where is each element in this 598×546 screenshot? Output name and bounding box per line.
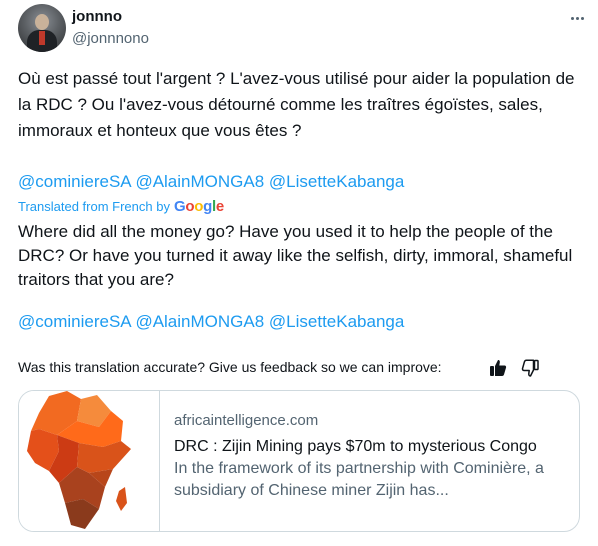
link-card-domain: africaintelligence.com: [174, 412, 319, 429]
mentions-original: @cominiereSA @AlainMONGA8 @LisetteKabang…: [18, 170, 578, 194]
link-card-body: africaintelligence.com DRC : Zijin Minin…: [174, 411, 569, 502]
mention-cominiere-translated[interactable]: @cominiereSA: [18, 312, 131, 331]
mentions-translation: @cominiereSA @AlainMONGA8 @LisetteKabang…: [18, 310, 578, 334]
google-logo: Google: [173, 198, 224, 215]
link-card-description: In the framework of its partnership with…: [174, 460, 544, 499]
thumbs-down-icon[interactable]: [520, 358, 540, 378]
translation-attribution: Translated from French by Google: [18, 198, 224, 215]
tweet-original-text: Où est passé tout l'argent ? L'avez-vous…: [18, 69, 575, 140]
more-icon[interactable]: [566, 8, 588, 28]
link-preview-card[interactable]: africaintelligence.com DRC : Zijin Minin…: [18, 390, 580, 532]
translated-from-label[interactable]: Translated from French by: [18, 199, 170, 214]
author-handle[interactable]: @jonnnono: [72, 30, 149, 47]
africa-map-thumbnail: [19, 391, 160, 531]
thumbs-up-icon[interactable]: [488, 358, 508, 378]
mention-alainmonga[interactable]: @AlainMONGA8: [135, 172, 264, 191]
avatar-head: [35, 14, 49, 30]
mention-cominiere[interactable]: @cominiereSA: [18, 172, 131, 191]
avatar[interactable]: [18, 4, 66, 52]
link-card-title[interactable]: DRC : Zijin Mining pays $70m to mysterio…: [174, 436, 569, 458]
avatar-tie: [39, 31, 45, 45]
translation-feedback: Was this translation accurate? Give us f…: [18, 356, 543, 378]
mention-lisettekabanga[interactable]: @LisetteKabanga: [269, 172, 404, 191]
mention-lisettekabanga-translated[interactable]: @LisetteKabanga: [269, 312, 404, 331]
tweet-translation-text: Where did all the money go? Have you use…: [18, 222, 573, 289]
author-name[interactable]: jonnno: [72, 8, 122, 25]
mention-alainmonga-translated[interactable]: @AlainMONGA8: [135, 312, 264, 331]
feedback-text: Was this translation accurate? Give us f…: [18, 359, 442, 375]
tweet-header: jonnno @jonnnono: [18, 4, 588, 54]
